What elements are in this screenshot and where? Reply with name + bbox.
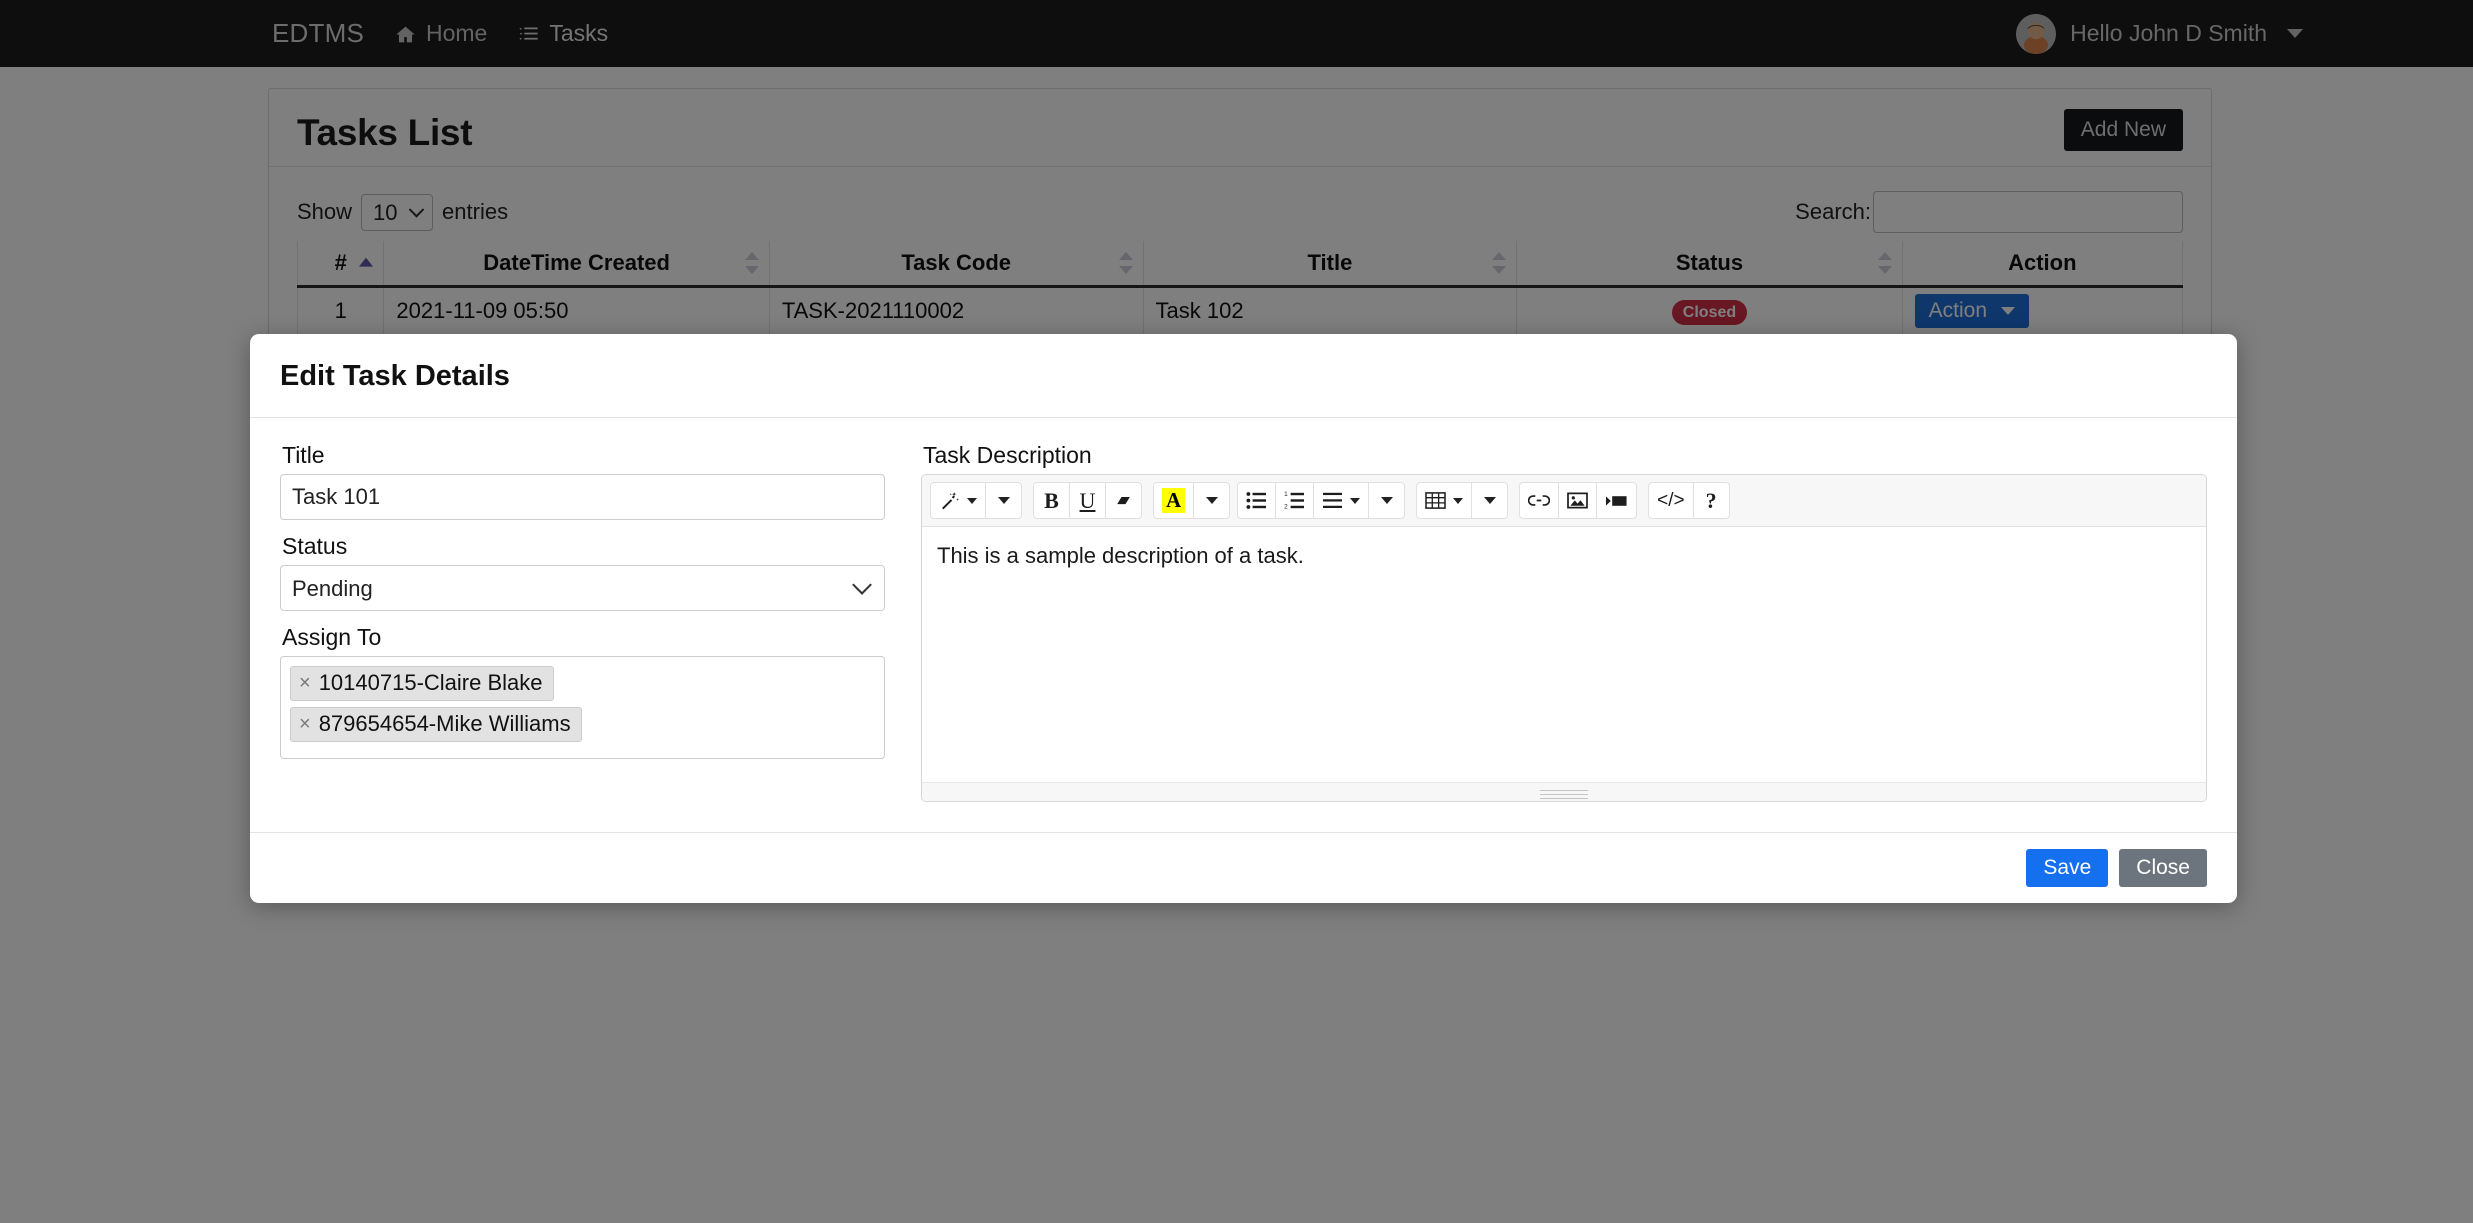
save-button[interactable]: Save xyxy=(2026,849,2109,887)
assignee-tag: × 879654654-Mike Williams xyxy=(290,707,582,742)
modal-body: Title Status Pending Assign To × xyxy=(250,418,2237,832)
modal-footer: Save Close xyxy=(250,832,2237,903)
line-height-caret[interactable] xyxy=(1368,482,1406,519)
status-field-group: Status Pending xyxy=(280,533,885,611)
modal-header: Edit Task Details xyxy=(250,334,2237,418)
style-magic-icon[interactable] xyxy=(930,482,986,519)
svg-text:2: 2 xyxy=(1284,503,1288,510)
close-button[interactable]: Close xyxy=(2119,849,2207,887)
status-select[interactable]: Pending xyxy=(280,565,885,611)
caret-down-icon xyxy=(1350,497,1361,504)
remove-assignee-icon[interactable]: × xyxy=(299,714,311,734)
font-color-caret[interactable] xyxy=(1193,482,1231,519)
caret-down-icon xyxy=(1205,497,1218,504)
font-style-group: B U xyxy=(1033,482,1142,519)
assignee-name: 10140715-Claire Blake xyxy=(318,670,543,695)
caret-down-icon xyxy=(1453,497,1464,504)
para-group: 1 2 xyxy=(1237,482,1406,519)
caret-down-icon xyxy=(1483,497,1496,504)
unordered-list-icon[interactable] xyxy=(1237,482,1277,519)
task-description-editor[interactable]: This is a sample description of a task. xyxy=(922,527,2206,782)
font-color-button[interactable]: A xyxy=(1153,482,1195,519)
caret-down-icon xyxy=(1380,497,1393,504)
code-view-button[interactable]: </> xyxy=(1648,482,1694,519)
remove-format-icon[interactable] xyxy=(1105,482,1142,519)
font-color-group: A xyxy=(1153,482,1231,519)
svg-text:1: 1 xyxy=(1284,491,1288,498)
modal-left-column: Title Status Pending Assign To × xyxy=(280,442,885,802)
view-group: </> ? xyxy=(1648,482,1730,519)
edit-task-modal: Edit Task Details Title Status Pending A… xyxy=(250,334,2237,903)
assign-to-label: Assign To xyxy=(282,624,382,650)
assignee-name: 879654654-Mike Williams xyxy=(318,711,571,736)
title-field-group: Title xyxy=(280,442,885,520)
assignee-tag: × 10140715-Claire Blake xyxy=(290,666,554,701)
remove-assignee-icon[interactable]: × xyxy=(299,673,311,693)
editor-toolbar: B U A 1 2 </> ? xyxy=(922,475,2206,527)
help-button[interactable]: ? xyxy=(1692,482,1730,519)
status-label: Status xyxy=(282,533,348,559)
assign-field-group: Assign To × 10140715-Claire Blake × 8796… xyxy=(280,624,885,759)
table-icon[interactable] xyxy=(1416,482,1473,519)
editor-statusbar xyxy=(922,782,2206,801)
title-label: Title xyxy=(282,442,325,468)
modal-title: Edit Task Details xyxy=(280,360,510,392)
bold-button[interactable]: B xyxy=(1033,482,1070,519)
table-caret[interactable] xyxy=(1471,482,1509,519)
assign-to-multiselect[interactable]: × 10140715-Claire Blake × 879654654-Mike… xyxy=(280,656,885,759)
highlight-a-glyph: A xyxy=(1162,488,1186,513)
summernote-editor: B U A 1 2 </> ? This is a sample descrip… xyxy=(921,474,2207,802)
table-group xyxy=(1416,482,1509,519)
video-icon[interactable] xyxy=(1596,482,1638,519)
modal-right-column: Task Description B U A 1 2 </> ? This is… xyxy=(921,442,2207,802)
paragraph-align-icon[interactable] xyxy=(1313,482,1370,519)
editor-paragraph: This is a sample description of a task. xyxy=(937,543,1304,568)
insert-group xyxy=(1519,482,1638,519)
link-icon[interactable] xyxy=(1519,482,1560,519)
editor-resize-handle[interactable] xyxy=(1540,787,1588,801)
style-group xyxy=(930,482,1022,519)
underline-button[interactable]: U xyxy=(1069,482,1106,519)
caret-down-icon xyxy=(967,497,977,504)
title-input[interactable] xyxy=(280,474,885,520)
caret-down-icon xyxy=(997,497,1010,504)
ordered-list-icon[interactable]: 1 2 xyxy=(1275,482,1315,519)
style-caret[interactable] xyxy=(985,482,1022,519)
picture-icon[interactable] xyxy=(1558,482,1598,519)
task-description-label: Task Description xyxy=(923,442,1092,468)
